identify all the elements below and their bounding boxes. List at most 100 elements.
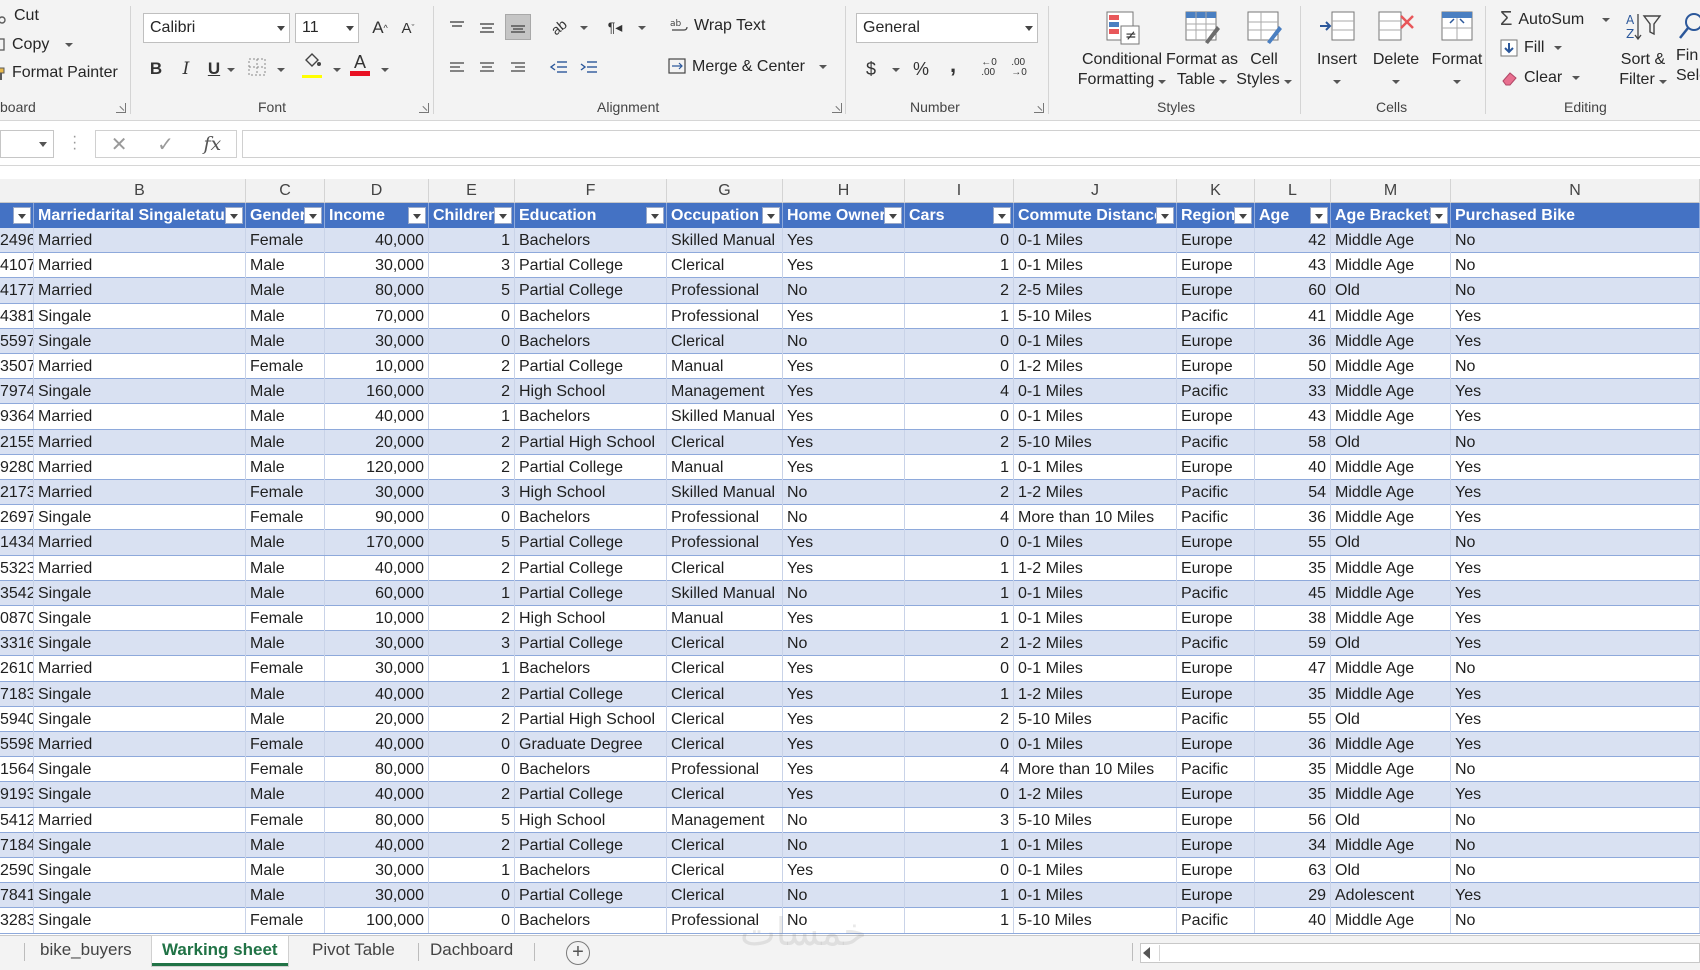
table-cell[interactable]: Yes (1451, 732, 1700, 757)
header-cell-f[interactable]: Education (515, 203, 667, 228)
table-cell[interactable]: Yes (783, 681, 905, 707)
table-cell[interactable]: Europe (1177, 883, 1255, 909)
table-cell[interactable]: 1 (905, 580, 1014, 606)
table-cell[interactable]: Bachelors (515, 505, 667, 531)
table-cell[interactable]: 30,000 (325, 656, 429, 682)
table-cell[interactable]: Pacific (1177, 631, 1255, 657)
table-cell[interactable]: 0 (429, 732, 515, 757)
formula-bar-grip-icon[interactable]: · · · (72, 129, 77, 157)
table-cell[interactable]: 33 (1255, 379, 1331, 405)
table-cell[interactable]: Old (1331, 278, 1451, 304)
sheet-tab-dashboard[interactable]: Dachboard (420, 936, 523, 966)
chevron-down-icon[interactable] (892, 68, 900, 72)
table-cell[interactable]: Yes (1451, 404, 1700, 430)
row-id-cell[interactable]: 7974 (0, 379, 34, 405)
table-cell[interactable]: 41 (1255, 303, 1331, 329)
add-sheet-button[interactable]: + (566, 941, 590, 965)
table-cell[interactable]: Europe (1177, 328, 1255, 354)
table-cell[interactable]: 54 (1255, 480, 1331, 505)
copy-button[interactable]: Copy (0, 36, 74, 54)
table-cell[interactable]: Female (246, 757, 325, 783)
table-cell[interactable]: Singale (34, 782, 246, 808)
table-cell[interactable]: Yes (783, 706, 905, 732)
comma-style-button[interactable]: , (940, 52, 966, 78)
sheet-tab-pivot-table[interactable]: Pivot Table (302, 936, 405, 966)
table-cell[interactable]: Middle Age (1331, 555, 1451, 581)
row-id-cell[interactable]: 5598 (0, 732, 34, 757)
row-id-cell[interactable]: 5323 (0, 555, 34, 581)
table-cell[interactable]: 0-1 Miles (1014, 228, 1177, 253)
table-cell[interactable]: 4 (905, 379, 1014, 405)
table-cell[interactable]: More than 10 Miles (1014, 757, 1177, 783)
table-cell[interactable]: Singale (34, 631, 246, 657)
table-cell[interactable]: Clerical (667, 732, 783, 757)
table-cell[interactable]: 30,000 (325, 480, 429, 505)
table-cell[interactable]: No (783, 832, 905, 858)
text-direction-button[interactable]: ¶◂ (602, 14, 628, 40)
table-cell[interactable]: Male (246, 631, 325, 657)
table-cell[interactable]: Male (246, 404, 325, 430)
table-cell[interactable]: 34 (1255, 832, 1331, 858)
table-cell[interactable]: Singale (34, 606, 246, 631)
table-cell[interactable]: Married (34, 807, 246, 833)
table-cell[interactable]: No (1451, 656, 1700, 682)
table-cell[interactable]: 0-1 Miles (1014, 832, 1177, 858)
table-cell[interactable]: 0-1 Miles (1014, 732, 1177, 757)
table-cell[interactable]: Skilled Manual (667, 580, 783, 606)
table-cell[interactable]: Europe (1177, 732, 1255, 757)
table-cell[interactable]: No (783, 580, 905, 606)
table-cell[interactable]: No (783, 631, 905, 657)
table-cell[interactable]: Singale (34, 757, 246, 783)
table-cell[interactable]: No (783, 328, 905, 354)
table-cell[interactable]: Female (246, 656, 325, 682)
table-cell[interactable]: 10,000 (325, 354, 429, 379)
table-cell[interactable]: 0 (905, 782, 1014, 808)
font-size-select[interactable]: 11 (295, 13, 359, 43)
table-cell[interactable]: Europe (1177, 530, 1255, 556)
table-cell[interactable]: Yes (783, 530, 905, 556)
table-cell[interactable]: Middle Age (1331, 505, 1451, 531)
row-id-cell[interactable]: 7183 (0, 681, 34, 707)
row-id-cell[interactable]: 1434 (0, 530, 34, 556)
sort-filter-button[interactable]: AZ Sort & Filter (1614, 10, 1672, 90)
table-cell[interactable]: Singale (34, 328, 246, 354)
table-cell[interactable]: 0-1 Miles (1014, 530, 1177, 556)
table-cell[interactable]: 0 (905, 404, 1014, 430)
table-cell[interactable]: Bachelors (515, 404, 667, 430)
table-cell[interactable]: 1 (905, 303, 1014, 329)
column-header-b[interactable]: B (34, 179, 246, 203)
underline-button[interactable]: U (201, 56, 227, 82)
table-cell[interactable]: Yes (1451, 555, 1700, 581)
table-cell[interactable]: Female (246, 908, 325, 934)
table-cell[interactable]: Partial High School (515, 429, 667, 455)
table-cell[interactable]: 3 (905, 807, 1014, 833)
table-cell[interactable]: 0 (905, 328, 1014, 354)
table-cell[interactable]: 1-2 Miles (1014, 681, 1177, 707)
table-cell[interactable]: 100,000 (325, 908, 429, 934)
table-cell[interactable]: Partial College (515, 278, 667, 304)
find-select-button[interactable]: Fin Sele (1676, 10, 1700, 86)
table-cell[interactable]: 40,000 (325, 832, 429, 858)
table-cell[interactable]: 1-2 Miles (1014, 782, 1177, 808)
table-cell[interactable]: Bachelors (515, 303, 667, 329)
table-cell[interactable]: Singale (34, 379, 246, 405)
table-cell[interactable]: Professional (667, 757, 783, 783)
table-cell[interactable]: Europe (1177, 681, 1255, 707)
italic-button[interactable]: I (173, 56, 199, 82)
table-cell[interactable]: 2 (905, 429, 1014, 455)
borders-button[interactable] (244, 56, 270, 82)
table-cell[interactable]: Middle Age (1331, 757, 1451, 783)
table-cell[interactable]: 30,000 (325, 883, 429, 909)
cancel-entry-icon[interactable]: ✕ (111, 132, 128, 157)
table-cell[interactable]: No (1451, 253, 1700, 279)
cut-button[interactable]: Cut (0, 7, 39, 25)
table-cell[interactable]: Female (246, 505, 325, 531)
table-cell[interactable]: No (1451, 858, 1700, 883)
table-cell[interactable]: 2-5 Miles (1014, 278, 1177, 304)
table-cell[interactable]: Bachelors (515, 656, 667, 682)
insert-function-button[interactable]: fx (203, 133, 221, 155)
row-id-cell[interactable]: 2173 (0, 480, 34, 505)
column-header-h[interactable]: H (783, 179, 905, 203)
delete-button[interactable]: Delete (1365, 8, 1427, 90)
table-cell[interactable]: Singale (34, 580, 246, 606)
